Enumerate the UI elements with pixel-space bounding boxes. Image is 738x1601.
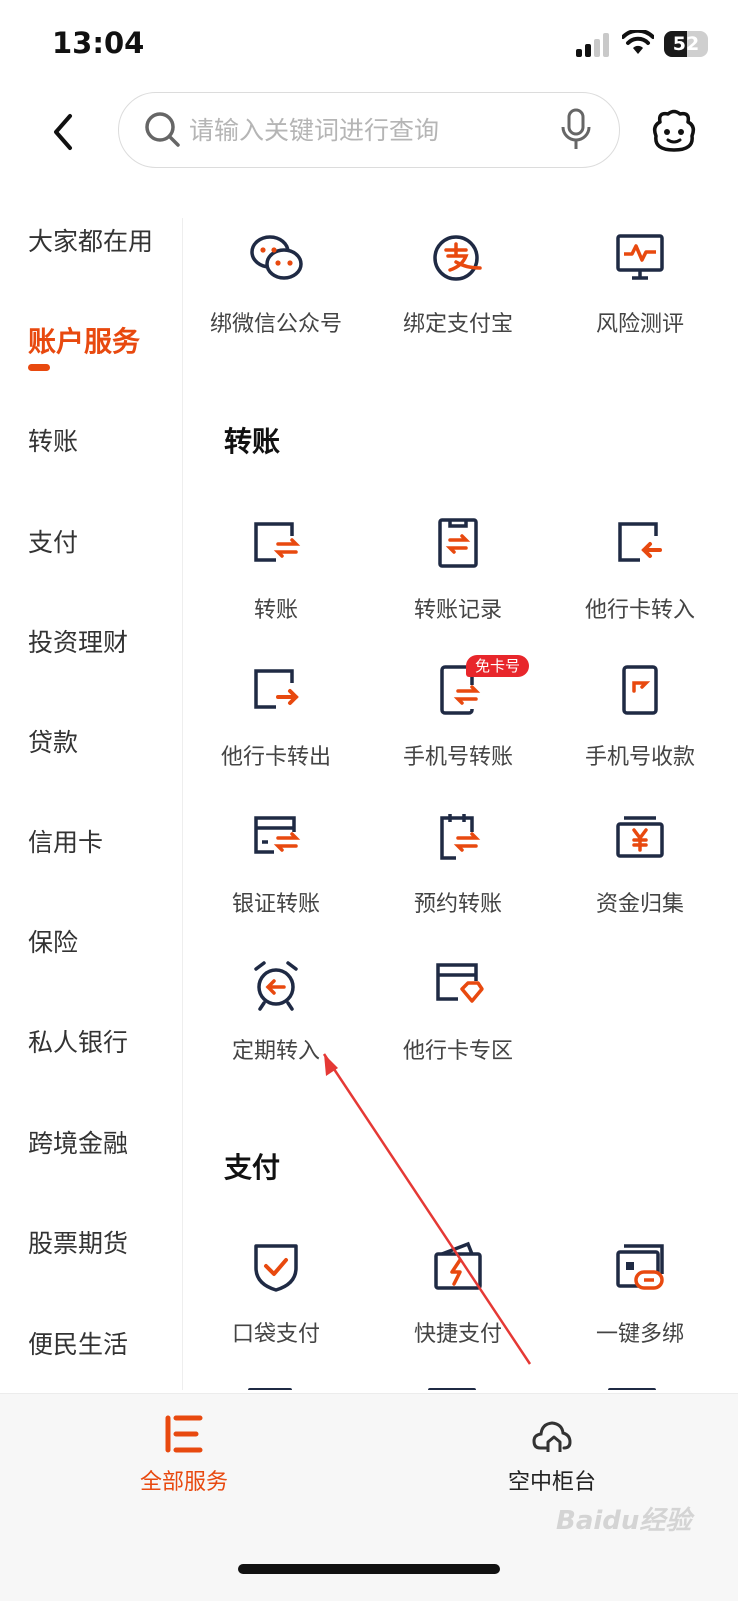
risk-monitor-icon <box>616 234 664 280</box>
service-multi-bind[interactable]: 一键多绑 <box>548 1238 732 1358</box>
tab-cloud-counter[interactable]: 空中柜台 <box>452 1414 652 1495</box>
phone-receive-icon <box>622 665 658 715</box>
cellular-signal-icon <box>576 33 612 57</box>
service-label: 口袋支付 <box>231 1322 320 1347</box>
search-icon <box>145 112 180 147</box>
status-bar: 13:04 52 <box>0 0 738 90</box>
next-row-icon <box>428 1388 476 1390</box>
sidebar-item-stocks-futures[interactable]: 股票期货 <box>28 1224 128 1260</box>
fund-collection-icon <box>616 816 664 858</box>
sidebar-item-private-banking[interactable]: 私人银行 <box>28 1023 128 1059</box>
service-label: 他行卡专区 <box>402 1039 513 1064</box>
transfer-record-icon <box>438 518 478 568</box>
back-icon[interactable] <box>40 108 88 156</box>
sidebar-item-loan[interactable]: 贷款 <box>28 723 78 759</box>
header <box>0 90 738 180</box>
section-title-payment: 支付 <box>224 1151 281 1184</box>
service-label: 手机号转账 <box>402 745 513 770</box>
search-bar[interactable] <box>118 92 620 168</box>
service-other-bank-out[interactable]: 他行卡转出 <box>184 661 368 781</box>
service-label: 定期转入 <box>231 1039 320 1064</box>
section-title-transfer: 转账 <box>224 425 281 458</box>
service-bank-securities[interactable]: 银证转账 <box>184 808 368 928</box>
quick-pay-icon <box>434 1241 482 1290</box>
battery-icon: 52 <box>664 31 708 57</box>
service-phone-transfer[interactable]: 免卡号 手机号转账 <box>366 655 550 781</box>
service-quick-pay[interactable]: 快捷支付 <box>366 1238 550 1358</box>
service-content: 绑微信公众号 绑定支付宝 风险测评 转账 转账 转账记录 他行卡转入 他行卡转出… <box>184 218 738 1390</box>
next-row-icon <box>608 1388 656 1390</box>
service-label: 绑微信公众号 <box>209 312 342 337</box>
service-transfer[interactable]: 转账 <box>184 514 368 634</box>
robot-assistant-icon[interactable] <box>648 108 700 156</box>
service-label: 他行卡转入 <box>584 598 695 623</box>
cloud-counter-icon <box>532 1421 572 1452</box>
service-phone-receive[interactable]: 手机号收款 <box>548 661 732 781</box>
service-label: 转账 <box>253 598 298 623</box>
wechat-icon <box>250 235 303 280</box>
home-indicator[interactable] <box>238 1564 500 1574</box>
scheduled-transfer-icon <box>440 814 481 860</box>
battery-percent: 52 <box>672 33 700 55</box>
service-fixed-deposit-in[interactable]: 定期转入 <box>184 955 368 1075</box>
sidebar-item-cross-border[interactable]: 跨境金融 <box>28 1124 128 1160</box>
sidebar-item-living-services[interactable]: 便民生活 <box>28 1325 128 1361</box>
alarm-clock-icon <box>254 961 298 1011</box>
bank-securities-icon <box>254 816 301 854</box>
tab-all-services[interactable]: 全部服务 <box>84 1414 284 1495</box>
service-pocket-pay[interactable]: 口袋支付 <box>184 1238 368 1358</box>
status-time: 13:04 <box>52 26 145 60</box>
service-label: 转账记录 <box>413 598 502 623</box>
transfer-icon <box>254 522 301 562</box>
pocket-pay-icon <box>254 1244 298 1292</box>
sidebar-item-popular[interactable]: 大家都在用 <box>28 222 153 258</box>
service-label: 风险测评 <box>595 312 684 337</box>
service-risk-assessment[interactable]: 风险测评 <box>548 228 732 348</box>
service-label: 资金归集 <box>595 892 684 917</box>
tab-label: 全部服务 <box>139 1470 228 1495</box>
sidebar-item-insurance[interactable]: 保险 <box>28 923 78 959</box>
category-sidebar: 大家都在用 账户服务 转账 支付 投资理财 贷款 信用卡 保险 私人银行 跨境金… <box>0 218 183 1390</box>
service-label: 他行卡转出 <box>220 745 331 770</box>
microphone-icon[interactable] <box>559 107 593 153</box>
other-bank-zone-icon <box>436 963 484 1003</box>
other-bank-out-icon <box>254 669 299 709</box>
sidebar-item-credit-card[interactable]: 信用卡 <box>28 823 103 859</box>
service-label: 银证转账 <box>231 892 320 917</box>
service-fund-collection[interactable]: 资金归集 <box>548 808 732 928</box>
service-label: 手机号收款 <box>584 745 695 770</box>
other-bank-in-icon <box>618 522 662 562</box>
service-transfer-record[interactable]: 转账记录 <box>366 514 550 634</box>
multi-bind-icon <box>616 1244 664 1290</box>
service-wechat-bind[interactable]: 绑微信公众号 <box>184 228 368 348</box>
service-alipay-bind[interactable]: 绑定支付宝 <box>366 228 550 348</box>
tab-label: 空中柜台 <box>507 1470 596 1495</box>
service-label: 预约转账 <box>413 892 502 917</box>
sidebar-item-payment[interactable]: 支付 <box>28 523 78 559</box>
service-scheduled-transfer[interactable]: 预约转账 <box>366 808 550 928</box>
search-input[interactable] <box>189 107 529 153</box>
no-card-badge: 免卡号 <box>466 655 530 677</box>
baidu-watermark: Baidu经验 <box>556 1506 692 1536</box>
alipay-icon <box>433 235 482 281</box>
next-row-icon <box>248 1388 292 1390</box>
service-label: 一键多绑 <box>595 1322 684 1347</box>
service-other-bank-zone[interactable]: 他行卡专区 <box>366 955 550 1075</box>
service-label: 快捷支付 <box>413 1322 502 1347</box>
service-other-bank-in[interactable]: 他行卡转入 <box>548 514 732 634</box>
all-services-icon <box>165 1415 203 1453</box>
sidebar-item-investment[interactable]: 投资理财 <box>28 623 128 659</box>
sidebar-item-transfer[interactable]: 转账 <box>28 422 78 458</box>
service-label: 绑定支付宝 <box>402 312 513 337</box>
sidebar-active-indicator <box>28 364 50 371</box>
sidebar-item-account-services[interactable]: 账户服务 <box>28 320 140 360</box>
wifi-icon <box>622 30 654 54</box>
